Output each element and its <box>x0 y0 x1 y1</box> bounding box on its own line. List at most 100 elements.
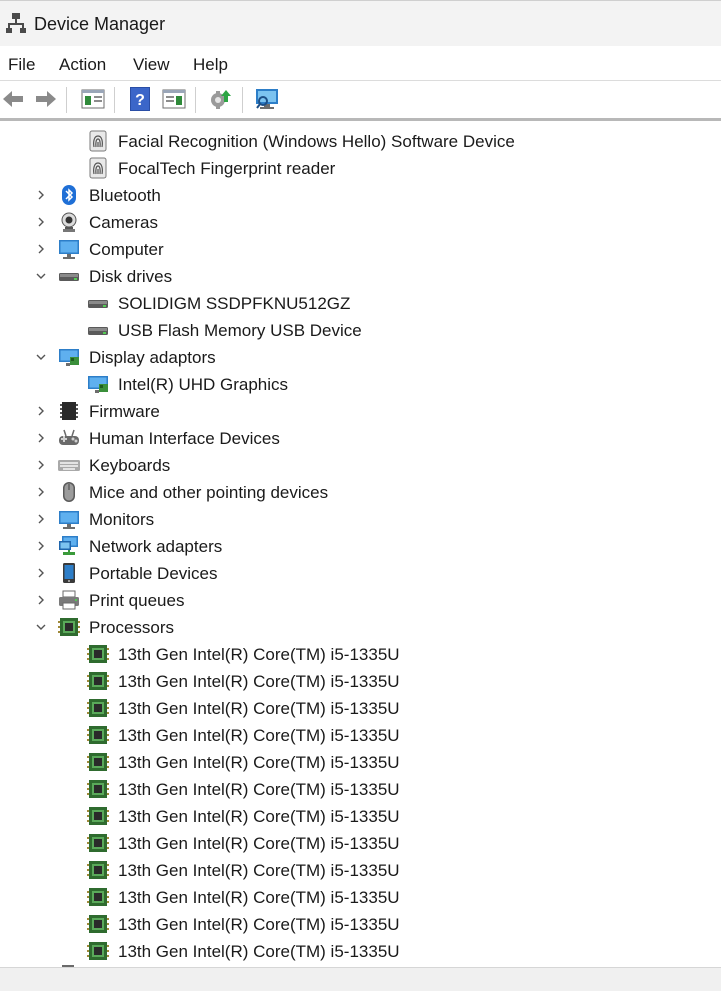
tree-item-label: 13th Gen Intel(R) Core(TM) i5-1335U <box>118 699 400 718</box>
tree-item-label: Bluetooth <box>89 186 161 205</box>
tree-device[interactable]: 13th Gen Intel(R) Core(TM) i5-1335U <box>0 668 721 695</box>
show-hide-tree-icon[interactable] <box>80 86 106 112</box>
processor-icon <box>87 888 109 906</box>
bluetooth-icon <box>62 185 76 205</box>
tree-device[interactable]: 13th Gen Intel(R) Core(TM) i5-1335U <box>0 830 721 857</box>
help-icon[interactable]: ? <box>127 86 153 112</box>
tree-category[interactable]: Processors <box>0 614 721 641</box>
keyboard-icon <box>58 460 80 471</box>
tree-item-label: 13th Gen Intel(R) Core(TM) i5-1335U <box>118 834 400 853</box>
tree-item-label: Firmware <box>89 402 160 421</box>
tree-item-label: USB Flash Memory USB Device <box>118 321 362 340</box>
tree-device[interactable]: 13th Gen Intel(R) Core(TM) i5-1335U <box>0 884 721 911</box>
portable-device-icon <box>63 563 75 583</box>
tree-device[interactable]: SOLIDIGM SSDPFKNU512GZ <box>0 290 721 317</box>
tree-device[interactable]: 13th Gen Intel(R) Core(TM) i5-1335U <box>0 938 721 965</box>
tree-device[interactable]: 13th Gen Intel(R) Core(TM) i5-1335U <box>0 695 721 722</box>
back-arrow-icon[interactable] <box>0 86 26 112</box>
tree-item-label: 13th Gen Intel(R) Core(TM) i5-1335U <box>118 780 400 799</box>
tree-category[interactable]: Portable Devices <box>0 560 721 587</box>
hid-icon <box>59 429 79 445</box>
tree-item-label: 13th Gen Intel(R) Core(TM) i5-1335U <box>118 915 400 934</box>
menu-help[interactable]: Help <box>193 55 228 75</box>
monitor-icon <box>59 511 79 529</box>
tree-device[interactable]: 13th Gen Intel(R) Core(TM) i5-1335U <box>0 911 721 938</box>
menu-action[interactable]: Action <box>59 55 106 75</box>
menu-file[interactable]: File <box>8 55 35 75</box>
chevron-right-icon[interactable] <box>34 564 48 582</box>
processor-icon <box>87 645 109 663</box>
processor-icon <box>87 807 109 825</box>
chevron-right-icon[interactable] <box>34 213 48 231</box>
tree-item-label: Portable Devices <box>89 564 218 583</box>
device-manager-icon <box>6 13 26 33</box>
chevron-down-icon[interactable] <box>34 348 48 366</box>
tree-item-label: SOLIDIGM SSDPFKNU512GZ <box>118 294 351 313</box>
tree-category[interactable]: Disk drives <box>0 263 721 290</box>
tree-category[interactable]: Firmware <box>0 398 721 425</box>
mouse-icon <box>63 482 75 502</box>
toolbar-separator <box>195 87 196 113</box>
chevron-down-icon[interactable] <box>34 618 48 636</box>
tree-category[interactable]: Computer <box>0 236 721 263</box>
tree-device[interactable]: 13th Gen Intel(R) Core(TM) i5-1335U <box>0 722 721 749</box>
tree-device[interactable]: USB Flash Memory USB Device <box>0 317 721 344</box>
svg-text:?: ? <box>135 92 145 109</box>
tree-device[interactable]: FocalTech Fingerprint reader <box>0 155 721 182</box>
tree-item-label: Network adapters <box>89 537 223 556</box>
tree-device[interactable]: Intel(R) UHD Graphics <box>0 371 721 398</box>
chevron-down-icon[interactable] <box>34 267 48 285</box>
properties-icon[interactable] <box>161 86 187 112</box>
tree-item-label: 13th Gen Intel(R) Core(TM) i5-1335U <box>118 888 400 907</box>
tree-category[interactable]: Bluetooth <box>0 182 721 209</box>
tree-device[interactable]: Facial Recognition (Windows Hello) Softw… <box>0 128 721 155</box>
tree-category[interactable]: Human Interface Devices <box>0 425 721 452</box>
tree-category[interactable]: Print queues <box>0 587 721 614</box>
chevron-right-icon[interactable] <box>34 483 48 501</box>
processor-icon <box>87 834 109 852</box>
menu-view[interactable]: View <box>133 55 170 75</box>
disk-drive-icon <box>88 300 108 308</box>
tree-item-label: 13th Gen Intel(R) Core(TM) i5-1335U <box>118 726 400 745</box>
processor-icon <box>87 753 109 771</box>
chevron-right-icon[interactable] <box>34 510 48 528</box>
tree-category[interactable]: Display adaptors <box>0 344 721 371</box>
processor-icon <box>87 672 109 690</box>
chevron-right-icon[interactable] <box>34 186 48 204</box>
chevron-right-icon[interactable] <box>34 456 48 474</box>
tree-item-label: Facial Recognition (Windows Hello) Softw… <box>118 132 515 151</box>
chevron-right-icon[interactable] <box>34 429 48 447</box>
tree-device[interactable]: 13th Gen Intel(R) Core(TM) i5-1335U <box>0 803 721 830</box>
computer-icon <box>59 240 79 259</box>
tree-device[interactable]: 13th Gen Intel(R) Core(TM) i5-1335U <box>0 641 721 668</box>
processor-icon <box>87 942 109 960</box>
processor-icon <box>87 915 109 933</box>
chevron-right-icon[interactable] <box>34 402 48 420</box>
tree-device[interactable]: 13th Gen Intel(R) Core(TM) i5-1335U <box>0 749 721 776</box>
scan-hardware-icon[interactable] <box>254 86 280 112</box>
forward-arrow-icon[interactable] <box>33 86 59 112</box>
tree-item-label: FocalTech Fingerprint reader <box>118 159 336 178</box>
tree-device[interactable]: 13th Gen Intel(R) Core(TM) i5-1335U <box>0 776 721 803</box>
tree-category[interactable]: Keyboards <box>0 452 721 479</box>
tree-item-label: 13th Gen Intel(R) Core(TM) i5-1335U <box>118 942 400 961</box>
disk-drive-icon <box>59 273 79 281</box>
menu-bar: File Action View Help <box>0 46 721 81</box>
tree-category[interactable]: Monitors <box>0 506 721 533</box>
tree-category[interactable]: Network adapters <box>0 533 721 560</box>
update-driver-icon[interactable] <box>207 86 233 112</box>
toolbar-separator <box>114 87 115 113</box>
title-bar: Device Manager <box>0 0 721 46</box>
chevron-right-icon[interactable] <box>34 591 48 609</box>
tree-item-label: Disk drives <box>89 267 173 286</box>
tree-item-label: Human Interface Devices <box>89 429 280 448</box>
processor-icon <box>87 861 109 879</box>
tree-category[interactable]: Cameras <box>0 209 721 236</box>
disk-drive-icon <box>88 327 108 335</box>
tree-category[interactable]: Mice and other pointing devices <box>0 479 721 506</box>
chevron-right-icon[interactable] <box>34 240 48 258</box>
chevron-right-icon[interactable] <box>34 537 48 555</box>
tree-item-label: 13th Gen Intel(R) Core(TM) i5-1335U <box>118 645 400 664</box>
tree-device[interactable]: 13th Gen Intel(R) Core(TM) i5-1335U <box>0 857 721 884</box>
tree-item-label: Monitors <box>89 510 155 529</box>
